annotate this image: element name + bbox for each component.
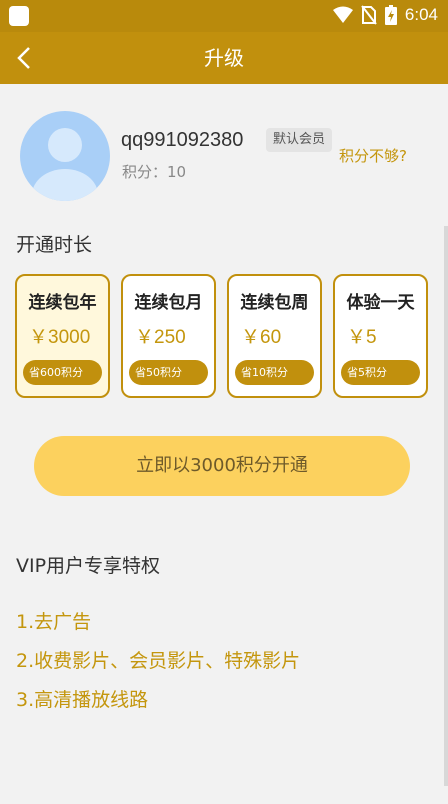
privileges-title: VIP用户专享特权: [16, 555, 161, 577]
clock: 6:04: [404, 5, 438, 24]
plan-name: 体验一天: [346, 293, 415, 313]
duration-title: 开通时长: [16, 234, 93, 256]
battery-charging-icon: [384, 5, 397, 25]
plan-price: ￥5: [347, 327, 377, 348]
plan-savings-badge: 省50积分: [129, 360, 208, 385]
insufficient-points-link[interactable]: 积分不够?: [339, 145, 407, 166]
status-bar: 6:04: [0, 0, 448, 32]
username: qq991092380: [121, 129, 244, 151]
member-badge: 默认会员: [266, 128, 333, 152]
app-bar: 升级: [0, 32, 448, 84]
plan-price: ￥250: [135, 327, 186, 348]
plan-card-weekly[interactable]: 连续包周 ￥60 省10积分: [227, 274, 322, 398]
wifi-icon: [332, 6, 353, 24]
app-icon: [9, 6, 29, 26]
plan-savings-badge: 省600积分: [23, 360, 102, 385]
plan-name: 连续包年: [28, 293, 97, 313]
plan-savings-badge: 省10积分: [235, 360, 314, 385]
no-sim-icon: [361, 5, 377, 25]
plan-name: 连续包月: [134, 293, 203, 313]
scrollbar[interactable]: [444, 226, 448, 786]
plan-card-monthly[interactable]: 连续包月 ￥250 省50积分: [121, 274, 216, 398]
plan-price: ￥3000: [29, 327, 91, 348]
privilege-item: 1.去广告: [16, 611, 92, 633]
points-label: 积分：10: [122, 163, 187, 181]
privilege-item: 3.高清播放线路: [16, 689, 149, 711]
activate-button[interactable]: 立即以3000积分开通: [34, 436, 410, 496]
plan-name: 连续包周: [240, 293, 309, 313]
page-title: 升级: [204, 46, 244, 70]
privilege-item: 2.收费影片、会员影片、特殊影片: [16, 650, 301, 672]
plan-price: ￥60: [241, 327, 282, 348]
main-content: qq991092380 默认会员 积分：10 积分不够? 开通时长 连续包年 ￥…: [0, 84, 448, 804]
avatar[interactable]: [20, 111, 110, 201]
plan-savings-badge: 省5积分: [341, 360, 420, 385]
plan-card-yearly[interactable]: 连续包年 ￥3000 省600积分: [15, 274, 110, 398]
plan-card-trial-day[interactable]: 体验一天 ￥5 省5积分: [333, 274, 428, 398]
